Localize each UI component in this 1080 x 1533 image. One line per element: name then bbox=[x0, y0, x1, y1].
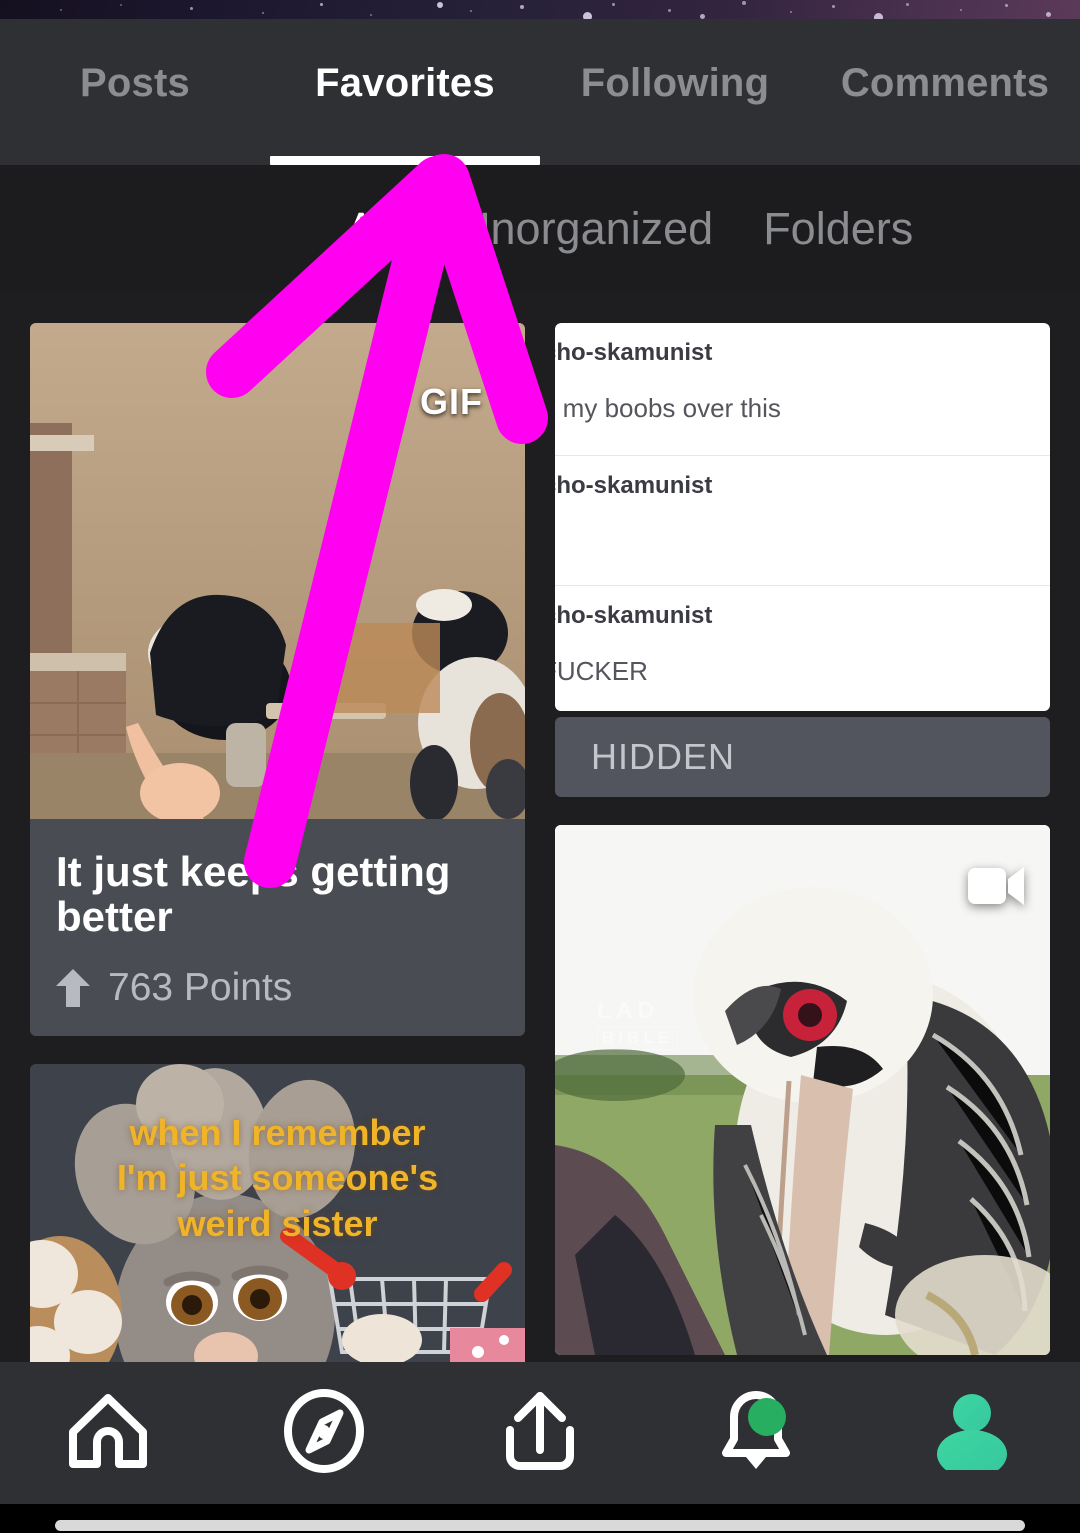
post-thumbnail[interactable]: cho-skamunist n my boobs over this cho-s… bbox=[555, 323, 1050, 711]
meme-caption-line-3: weird sister bbox=[177, 1203, 378, 1245]
tab-posts[interactable]: Posts bbox=[0, 19, 270, 165]
post-thumbnail[interactable]: when I remember I'm just someone's weird… bbox=[30, 1063, 525, 1362]
favorites-feed[interactable]: GIF It just keeps getting better 763 Poi… bbox=[0, 293, 1080, 1362]
tab-comments-label: Comments bbox=[840, 60, 1050, 105]
tab-favorites[interactable]: Favorites bbox=[270, 19, 540, 165]
text-post-username: cho-skamunist bbox=[555, 472, 713, 499]
hidden-label: HIDDEN bbox=[591, 736, 736, 777]
nav-item-notifications[interactable] bbox=[648, 1362, 864, 1504]
subtab-unorganized[interactable]: Unorganized bbox=[458, 203, 713, 255]
subtab-all[interactable]: All bbox=[346, 203, 396, 255]
text-post-body: FUCKER bbox=[555, 656, 648, 686]
post-title: It just keeps getting better bbox=[56, 848, 451, 941]
lad-bible-watermark-line-1: LAD bbox=[597, 997, 660, 1023]
tab-posts-label: Posts bbox=[80, 60, 190, 105]
text-post-body: n my boobs over this bbox=[555, 393, 781, 423]
nav-item-profile[interactable] bbox=[864, 1362, 1080, 1504]
meme-caption: when I remember I'm just someone's weird… bbox=[30, 1110, 525, 1247]
meme-caption-line-1: when I remember bbox=[129, 1111, 426, 1153]
upload-icon bbox=[502, 1390, 578, 1477]
feed-card-furby-meme[interactable]: when I remember I'm just someone's weird… bbox=[30, 1063, 525, 1362]
text-post-row: cho-skamunist bbox=[555, 455, 1050, 585]
app-screen: Posts Favorites Following Comments All U… bbox=[0, 0, 1080, 1533]
meme-caption-line-2: I'm just someone's bbox=[116, 1157, 439, 1199]
bottom-navigation-bar bbox=[0, 1362, 1080, 1504]
upvote-arrow-icon bbox=[56, 968, 90, 1007]
video-camera-icon bbox=[968, 865, 1024, 907]
starfield-banner bbox=[0, 0, 1080, 19]
home-icon bbox=[67, 1392, 149, 1475]
home-indicator[interactable] bbox=[55, 1520, 1025, 1531]
tab-favorites-label: Favorites bbox=[315, 60, 495, 105]
feed-card-gif[interactable]: GIF It just keeps getting better 763 Poi… bbox=[30, 323, 525, 1036]
post-points: 763 Points bbox=[56, 966, 499, 1010]
gif-badge: GIF bbox=[420, 381, 483, 422]
text-post-username: cho-skamunist bbox=[555, 339, 713, 366]
notification-badge-dot bbox=[748, 1398, 786, 1436]
tab-following[interactable]: Following bbox=[540, 19, 810, 165]
nav-item-home[interactable] bbox=[0, 1362, 216, 1504]
lad-bible-watermark: LAD BIBLE bbox=[597, 997, 678, 1050]
subtab-folders[interactable]: Folders bbox=[763, 203, 913, 255]
text-post-username: cho-skamunist bbox=[555, 602, 713, 629]
post-meta: It just keeps getting better 763 Points bbox=[30, 819, 525, 1036]
text-post-row: cho-skamunist n my boobs over this bbox=[555, 323, 1050, 455]
person-icon bbox=[931, 1392, 1013, 1478]
post-points-label: 763 Points bbox=[108, 965, 293, 1009]
post-thumbnail[interactable]: LAD BIBLE bbox=[555, 825, 1050, 1355]
feed-card-bird-video[interactable]: LAD BIBLE bbox=[555, 825, 1050, 1355]
tab-following-label: Following bbox=[580, 60, 770, 105]
nav-item-explore[interactable] bbox=[216, 1362, 432, 1504]
compass-icon bbox=[283, 1388, 365, 1478]
post-thumbnail[interactable]: GIF bbox=[30, 323, 525, 819]
text-post-row: cho-skamunist FUCKER bbox=[555, 585, 1050, 711]
hidden-banner[interactable]: HIDDEN bbox=[555, 717, 1050, 797]
nav-item-upload[interactable] bbox=[432, 1362, 648, 1504]
feed-card-text-post[interactable]: cho-skamunist n my boobs over this cho-s… bbox=[555, 323, 1050, 797]
favorites-subtabbar: All Unorganized Folders bbox=[0, 165, 1080, 293]
profile-tabbar: Posts Favorites Following Comments bbox=[0, 19, 1080, 165]
feed-column-left: GIF It just keeps getting better 763 Poi… bbox=[30, 323, 525, 1362]
lad-bible-watermark-line-2: BIBLE bbox=[597, 1026, 678, 1050]
feed-column-right: cho-skamunist n my boobs over this cho-s… bbox=[555, 323, 1050, 1362]
tab-active-underline bbox=[270, 156, 540, 165]
tab-comments[interactable]: Comments bbox=[810, 19, 1080, 165]
